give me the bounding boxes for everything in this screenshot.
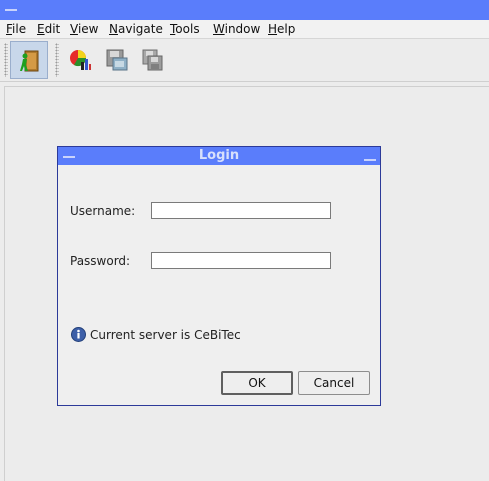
password-label: Password: (70, 254, 131, 268)
menu-help[interactable]: Help (268, 22, 295, 36)
username-label: Username: (70, 204, 136, 218)
login-door-icon (20, 50, 39, 72)
menu-file[interactable]: File (6, 22, 26, 36)
username-field[interactable] (151, 202, 331, 219)
save-icon (106, 49, 128, 71)
login-dialog: Login Username: Password: Current server… (57, 146, 381, 406)
dialog-title: Login (198, 148, 240, 163)
dialog-title-bar[interactable]: Login (58, 147, 380, 165)
menu-navigate[interactable]: Navigate (109, 22, 163, 36)
toolbar (0, 39, 489, 82)
menu-window[interactable]: Window (213, 22, 260, 36)
menu-tools[interactable]: Tools (170, 22, 200, 36)
save-all-button[interactable] (134, 41, 172, 79)
toolbar-grip[interactable] (4, 43, 8, 77)
menu-edit[interactable]: Edit (37, 22, 60, 36)
ok-button[interactable]: OK (221, 371, 293, 395)
toolbar-grip-2[interactable] (55, 43, 59, 77)
save-button[interactable] (98, 41, 136, 79)
info-icon (71, 327, 86, 342)
login-button[interactable] (10, 41, 48, 79)
app-title-bar (0, 0, 489, 20)
save-all-icon (142, 49, 163, 71)
menu-view[interactable]: View (70, 22, 98, 36)
dialog-minimize-icon[interactable] (364, 159, 376, 161)
password-field[interactable] (151, 252, 331, 269)
server-info-text: Current server is CeBiTec (90, 328, 241, 342)
cancel-button[interactable]: Cancel (298, 371, 370, 395)
window-menu-icon[interactable] (5, 9, 17, 11)
menu-bar: File Edit View Navigate Tools Window Hel… (0, 20, 489, 39)
chart-icon (70, 50, 91, 70)
chart-button[interactable] (61, 41, 99, 79)
